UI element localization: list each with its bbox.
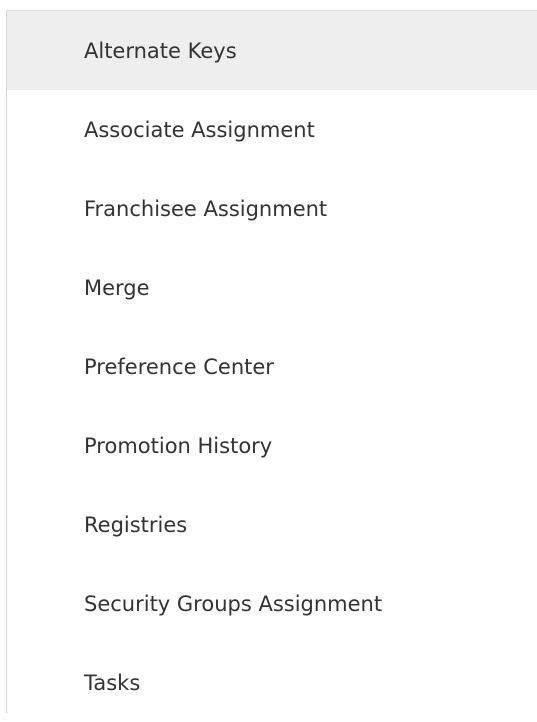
- menu-item-label: Merge: [84, 275, 150, 300]
- menu-item-label: Franchisee Assignment: [84, 196, 328, 221]
- menu-item-label: Associate Assignment: [84, 117, 315, 142]
- menu-item-tasks[interactable]: Tasks: [7, 643, 537, 722]
- dropdown-menu: Alternate Keys Associate Assignment Fran…: [6, 10, 537, 713]
- menu-item-merge[interactable]: Merge: [7, 248, 537, 327]
- menu-item-label: Registries: [84, 512, 188, 537]
- menu-item-franchisee-assignment[interactable]: Franchisee Assignment: [7, 169, 537, 248]
- menu-item-registries[interactable]: Registries: [7, 485, 537, 564]
- menu-item-label: Tasks: [84, 670, 141, 695]
- menu-item-label: Preference Center: [84, 354, 274, 379]
- menu-item-label: Security Groups Assignment: [84, 591, 383, 616]
- menu-item-alternate-keys[interactable]: Alternate Keys: [7, 11, 537, 90]
- menu-item-promotion-history[interactable]: Promotion History: [7, 406, 537, 485]
- menu-item-associate-assignment[interactable]: Associate Assignment: [7, 90, 537, 169]
- menu-item-label: Promotion History: [84, 433, 273, 458]
- menu-item-preference-center[interactable]: Preference Center: [7, 327, 537, 406]
- menu-item-label: Alternate Keys: [84, 38, 237, 63]
- menu-item-security-groups-assignment[interactable]: Security Groups Assignment: [7, 564, 537, 643]
